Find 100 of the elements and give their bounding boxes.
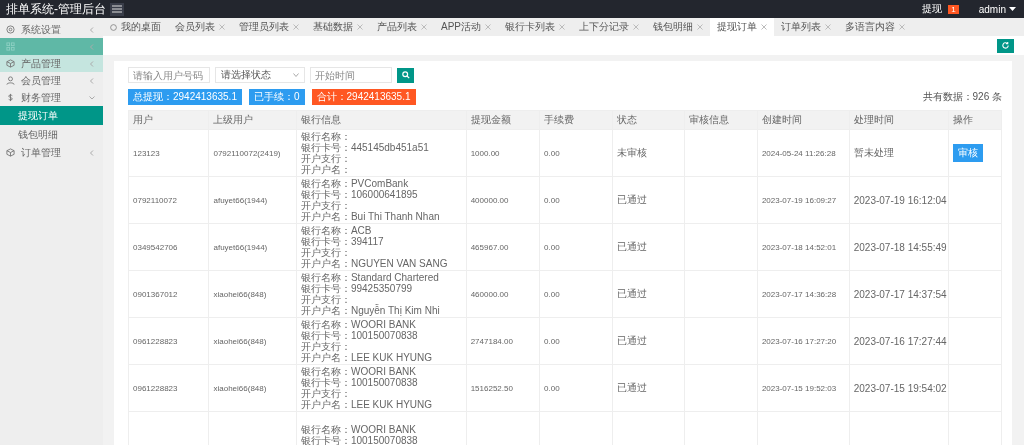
table-cell: 1516252.50 xyxy=(470,383,513,393)
tab[interactable]: 钱包明细 xyxy=(646,18,710,36)
column-header: 银行信息 xyxy=(296,110,467,130)
column-header: 用户 xyxy=(128,110,209,130)
user-number-field[interactable]: 请输入用户号码 xyxy=(128,67,210,83)
close-icon[interactable] xyxy=(219,24,225,30)
chevron-icon xyxy=(89,149,95,156)
status-select[interactable]: 请选择状态 xyxy=(215,67,305,83)
status-text: 已通过 xyxy=(616,382,647,393)
tab[interactable]: 多语言内容 xyxy=(838,18,912,36)
bank-info-line: 银行名称：WOORI BANK xyxy=(300,319,417,330)
table-cell: 1000.00 xyxy=(470,148,500,158)
status-text: 已通过 xyxy=(616,335,647,346)
dropdown-caret-icon xyxy=(293,73,299,77)
tab[interactable]: 基础数据 xyxy=(306,18,370,36)
notification-badge: 1 xyxy=(948,4,959,14)
user-icon xyxy=(6,76,15,85)
bank-info-line: 开户户名：Nguyễn Thị Kim Nhi xyxy=(300,305,441,316)
bank-info-line: 银行卡号：106000641895 xyxy=(300,189,419,200)
table-cell: xiaohei66(848) xyxy=(213,336,267,346)
cube-icon xyxy=(6,59,15,68)
sidebar-item[interactable] xyxy=(0,38,103,55)
dollar-icon xyxy=(6,93,15,102)
chevron-icon xyxy=(89,77,95,84)
status-text: 已通过 xyxy=(616,241,647,252)
tab[interactable]: APP活动 xyxy=(434,18,498,36)
table-cell: 2023-07-17 14:36:28 xyxy=(761,289,837,299)
search-icon xyxy=(401,71,410,79)
table-cell: 0.00 xyxy=(544,383,560,393)
table-cell: 0961228823 xyxy=(133,336,178,346)
close-icon[interactable] xyxy=(293,24,299,30)
close-icon[interactable] xyxy=(633,24,639,30)
tab[interactable]: 上下分记录 xyxy=(572,18,646,36)
column-header: 创建时间 xyxy=(757,110,850,130)
sidebar-item[interactable]: 系统设置 xyxy=(0,21,103,38)
column-header: 状态 xyxy=(612,110,685,130)
sidebar-item[interactable]: 会员管理 xyxy=(0,72,103,89)
tab[interactable]: 我的桌面 xyxy=(103,18,168,36)
table-cell: 0.00 xyxy=(544,336,560,346)
close-icon[interactable] xyxy=(357,24,363,30)
table-cell: 123123 xyxy=(133,148,160,158)
search-button[interactable] xyxy=(397,67,414,83)
menu-icon xyxy=(112,5,122,13)
close-icon[interactable] xyxy=(485,24,491,30)
sidebar-item[interactable]: 产品管理 xyxy=(0,55,103,72)
table-cell: 0349542706 xyxy=(133,242,178,252)
table-cell: xiaohei66(848) xyxy=(213,383,267,393)
bank-info-line: 银行卡号：99425350799 xyxy=(300,283,414,294)
tab[interactable]: 产品列表 xyxy=(370,18,434,36)
table-cell: afuyet66(1944) xyxy=(213,242,268,252)
status-text: 已通过 xyxy=(616,288,647,299)
table-cell: 0.00 xyxy=(544,195,560,205)
tab[interactable]: 订单列表 xyxy=(774,18,838,36)
bank-info-line: 银行卡号：100150070838 xyxy=(300,377,419,388)
table-cell: 2023-07-19 16:09:27 xyxy=(761,195,837,205)
sidebar-item[interactable]: 财务管理 xyxy=(0,89,103,106)
bank-info-line: 银行名称：ACB xyxy=(300,225,373,236)
bank-info-line: 银行名称： xyxy=(300,131,352,142)
chevron-icon xyxy=(89,43,95,50)
status-text: 已通过 xyxy=(616,194,647,205)
bank-info-line: 开户支行： xyxy=(300,153,352,164)
table-cell: 0.00 xyxy=(544,242,560,252)
start-time-field[interactable]: 开始时间 xyxy=(310,67,392,83)
close-icon[interactable] xyxy=(825,24,831,30)
bank-info-line: 银行名称：WOORI BANK xyxy=(300,366,417,377)
chevron-icon xyxy=(89,26,95,33)
bank-info-line: 开户户名：LEE KUK HYUNG xyxy=(300,352,434,363)
tab[interactable]: 会员列表 xyxy=(168,18,232,36)
table-cell: 400000.00 xyxy=(470,195,509,205)
menu-button[interactable] xyxy=(110,2,124,16)
table-cell: 2023-07-18 14:55:49 xyxy=(853,241,947,253)
sidebar-subitem[interactable]: 钱包明细 xyxy=(0,125,103,144)
table-cell: 2023-07-17 14:37:54 xyxy=(853,288,947,300)
table-cell: 2023-07-16 17:27:20 xyxy=(761,336,837,346)
tab[interactable]: 银行卡列表 xyxy=(498,18,572,36)
close-icon[interactable] xyxy=(421,24,427,30)
close-icon[interactable] xyxy=(559,24,565,30)
bank-info-line: 银行名称：Standard Chartered xyxy=(300,272,440,283)
sidebar-item[interactable]: 订单管理 xyxy=(0,144,103,161)
close-icon[interactable] xyxy=(761,24,767,30)
sidebar-subitem[interactable]: 提现订单 xyxy=(0,106,103,125)
record-count: 共有数据：926 条 xyxy=(922,90,1002,104)
gear-icon xyxy=(6,25,15,34)
close-icon[interactable] xyxy=(697,24,703,30)
tab[interactable]: 提现订单 xyxy=(710,18,774,36)
refresh-button[interactable] xyxy=(997,38,1014,53)
user-menu[interactable]: admin xyxy=(978,3,1016,15)
table-cell: 460000.00 xyxy=(470,289,509,299)
bank-info-line: 开户户名：Bui Thi Thanh Nhan xyxy=(300,211,441,222)
table-cell: 2747184.00 xyxy=(470,336,513,346)
bank-info-line: 开户支行： xyxy=(300,247,352,258)
tab[interactable]: 管理员列表 xyxy=(232,18,306,36)
chevron-icon xyxy=(89,60,95,67)
close-icon[interactable] xyxy=(899,24,905,30)
table-cell: 2023-07-19 16:12:04 xyxy=(853,194,947,206)
column-header: 上级用户 xyxy=(208,110,297,130)
bank-info-line: 开户支行： xyxy=(300,200,352,211)
table-cell: 0901367012 xyxy=(133,289,178,299)
withdraw-link[interactable]: 提现 xyxy=(922,2,943,16)
column-header: 提现金额 xyxy=(466,110,540,130)
